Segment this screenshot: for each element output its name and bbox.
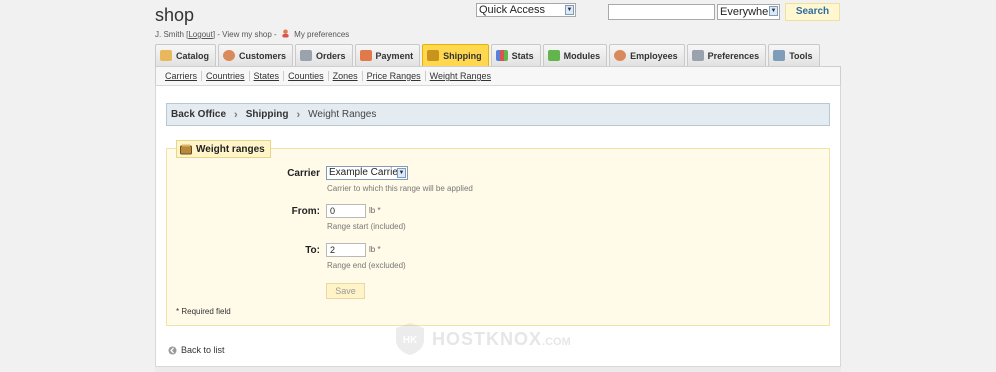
back-to-list-label: Back to list — [181, 345, 225, 355]
back-arrow-icon — [168, 346, 177, 354]
form-legend: Weight ranges — [176, 140, 271, 158]
from-input[interactable] — [326, 204, 366, 218]
chevron-right-icon: › — [296, 108, 301, 121]
tab-label: Employees — [630, 50, 678, 61]
tools-icon — [773, 50, 786, 61]
stats-icon — [495, 50, 508, 61]
carrier-label: Carrier — [287, 168, 320, 179]
tab-label: Orders — [316, 50, 346, 61]
to-hint: Range end (excluded) — [327, 261, 406, 270]
watermark-badge: HK — [403, 335, 418, 346]
from-hint: Range start (included) — [327, 222, 406, 231]
tab-shipping[interactable]: Shipping — [422, 44, 489, 66]
subtab-countries[interactable]: Countries — [202, 71, 250, 81]
to-label: To: — [305, 245, 320, 256]
carrier-value: Example Carrier — [329, 167, 402, 178]
modules-icon — [547, 50, 560, 61]
tab-employees[interactable]: Employees — [609, 44, 685, 66]
from-label: From: — [291, 206, 320, 217]
catalog-icon — [160, 50, 172, 61]
tab-tools[interactable]: Tools — [768, 44, 820, 66]
search-button[interactable]: Search — [785, 3, 840, 21]
watermark-brand: HOSTKNOX — [432, 328, 543, 349]
breadcrumb-section[interactable]: Shipping — [246, 109, 289, 120]
user-name: J. Smith — [155, 30, 184, 39]
user-avatar-icon — [282, 29, 289, 38]
tab-label: Payment — [375, 50, 414, 61]
breadcrumb-root[interactable]: Back Office — [171, 109, 226, 120]
back-to-list-link[interactable]: Back to list — [168, 345, 225, 355]
chevron-down-icon: ▼ — [397, 168, 406, 178]
carrier-hint: Carrier to which this range will be appl… — [327, 184, 473, 193]
footer-line — [155, 366, 841, 372]
subtab-price-ranges[interactable]: Price Ranges — [363, 71, 426, 81]
carrier-select[interactable]: Example Carrier ▼ — [326, 166, 408, 180]
quick-access-value: Quick Access — [479, 4, 546, 16]
tab-label: Shipping — [443, 50, 482, 61]
tab-orders[interactable]: Orders — [295, 44, 353, 66]
search-input[interactable] — [608, 4, 715, 20]
shipping-icon — [427, 50, 440, 61]
tab-label: Preferences — [707, 50, 760, 61]
user-line: J. Smith [Logout] - View my shop - My pr… — [155, 29, 350, 39]
logout-link[interactable]: Logout — [188, 30, 212, 39]
subtab-weight-ranges[interactable]: Weight Ranges — [426, 71, 495, 81]
my-preferences-link[interactable]: My preferences — [294, 30, 349, 39]
tab-modules[interactable]: Modules — [542, 44, 608, 66]
tab-label: Catalog — [176, 50, 210, 61]
main-tabs: Catalog Customers Orders Payment Shippin… — [155, 44, 820, 66]
subtab-zones[interactable]: Zones — [329, 71, 363, 81]
to-input[interactable] — [326, 243, 366, 257]
chevron-down-icon: ▼ — [769, 6, 778, 16]
tab-label: Modules — [563, 50, 601, 61]
view-shop-link[interactable]: View my shop — [222, 30, 272, 39]
legend-label: Weight ranges — [196, 143, 265, 155]
save-button[interactable]: Save — [326, 283, 365, 299]
subtab-counties[interactable]: Counties — [284, 71, 329, 81]
chevron-right-icon: › — [234, 108, 238, 121]
chevron-down-icon: ▼ — [565, 5, 574, 15]
tab-label: Stats — [511, 50, 534, 61]
subtab-states[interactable]: States — [250, 71, 285, 81]
tab-label: Customers — [239, 50, 287, 61]
from-unit: lb * — [369, 206, 381, 215]
scale-icon — [180, 144, 192, 154]
tab-customers[interactable]: Customers — [218, 44, 294, 66]
watermark-text: HOSTKNOX.COM — [432, 329, 571, 350]
breadcrumb: Back Office › Shipping › Weight Ranges — [166, 103, 830, 126]
shop-title: shop — [155, 5, 195, 25]
employees-icon — [614, 50, 627, 61]
payment-icon — [359, 50, 372, 61]
to-unit: lb * — [369, 245, 381, 254]
tab-payment[interactable]: Payment — [354, 44, 421, 66]
tab-catalog[interactable]: Catalog — [155, 44, 217, 66]
customers-icon — [223, 50, 236, 61]
preferences-icon — [691, 50, 704, 61]
quick-access-select[interactable]: Quick Access ▼ — [476, 3, 576, 17]
subtabs-bar: Carriers Countries States Counties Zones… — [155, 66, 841, 86]
watermark: HK HOSTKNOX.COM — [394, 322, 571, 356]
shield-logo-icon: HK — [396, 323, 424, 355]
required-note: * Required field — [176, 307, 231, 316]
orders-icon — [300, 50, 313, 61]
tab-stats[interactable]: Stats — [490, 44, 541, 66]
breadcrumb-current: Weight Ranges — [308, 109, 377, 120]
tab-preferences[interactable]: Preferences — [686, 44, 767, 66]
search-scope-select[interactable]: Everywhere ▼ — [717, 4, 780, 20]
watermark-suffix: .COM — [542, 335, 571, 348]
subtab-carriers[interactable]: Carriers — [161, 71, 203, 81]
tab-label: Tools — [789, 50, 813, 61]
